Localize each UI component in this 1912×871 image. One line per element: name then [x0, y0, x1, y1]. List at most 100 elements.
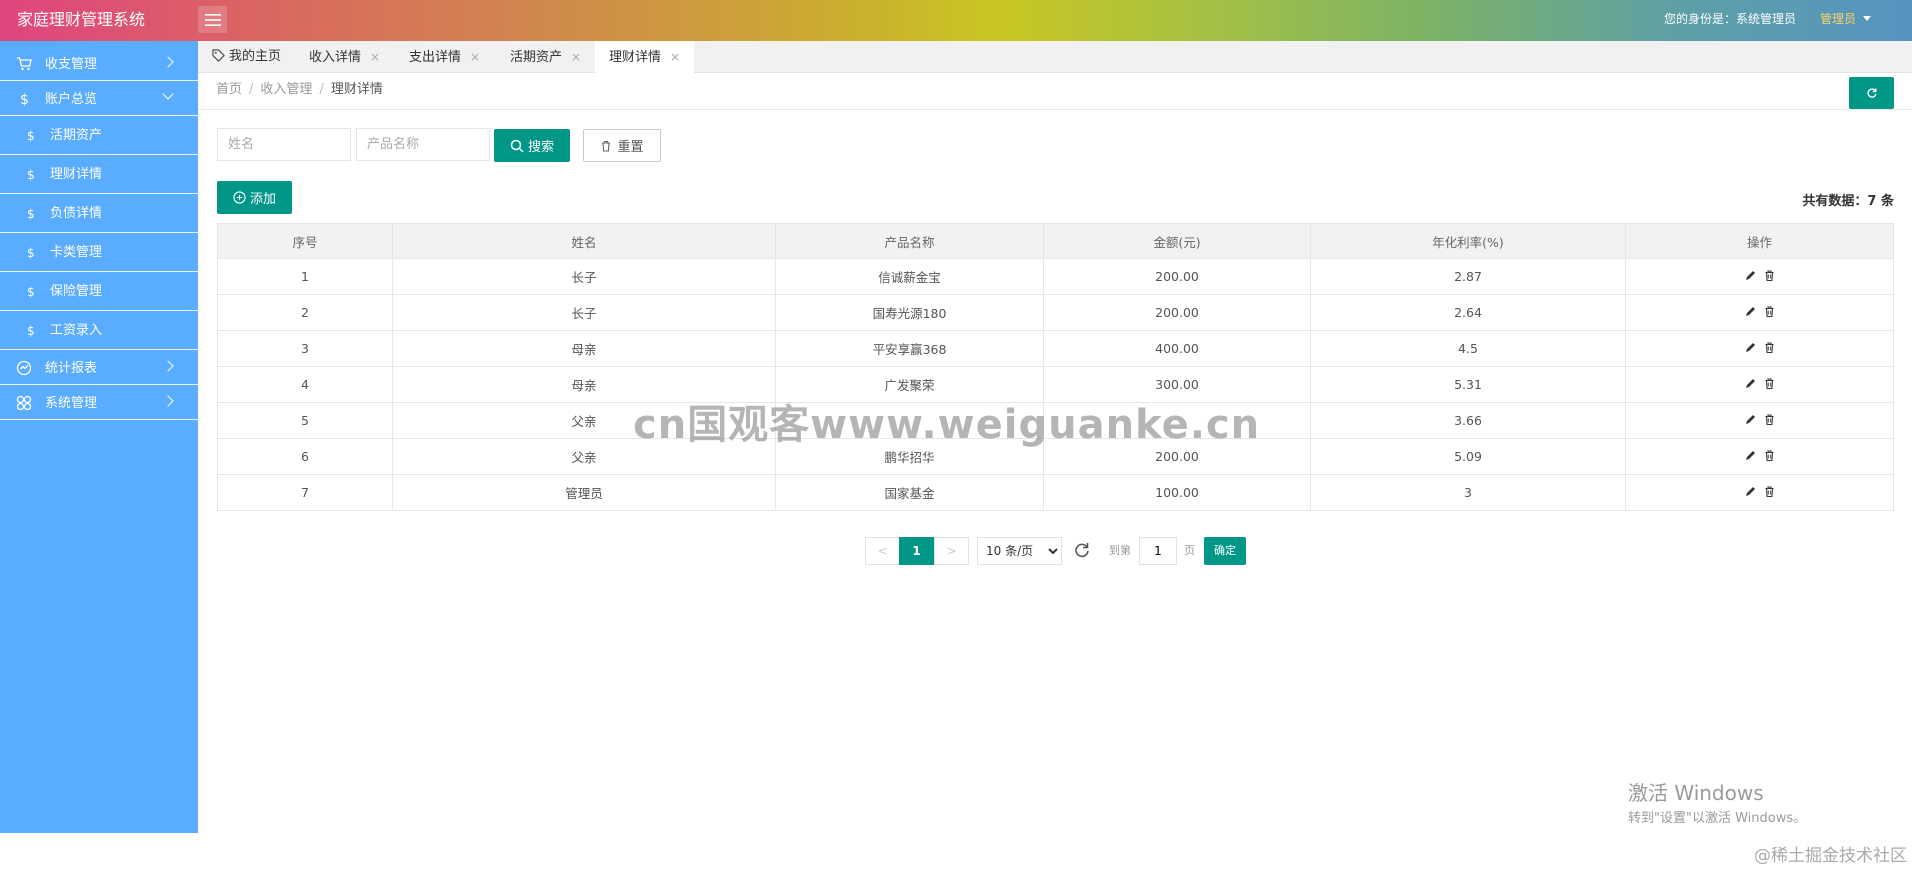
delete-icon[interactable]: [1764, 306, 1775, 317]
add-button[interactable]: 添加: [217, 181, 292, 214]
sidebar-subitem-debt-details[interactable]: $ 负债详情: [0, 195, 198, 233]
refresh-icon: [1866, 88, 1877, 98]
edit-icon[interactable]: [1745, 306, 1756, 317]
cell-index: 6: [217, 438, 393, 475]
cell-amount: 400.00: [1043, 330, 1311, 367]
cell-name: 长子: [392, 294, 776, 331]
next-page-button[interactable]: >: [934, 537, 969, 565]
breadcrumb-section[interactable]: 收入管理: [260, 82, 312, 97]
search-button[interactable]: 搜索: [494, 129, 570, 162]
windows-activation-title: 激活 Windows: [1628, 781, 1764, 805]
delete-icon[interactable]: [1764, 450, 1775, 461]
edit-icon[interactable]: [1745, 450, 1756, 461]
close-icon[interactable]: ×: [571, 50, 581, 64]
tab-financial-details[interactable]: 理财详情 ×: [595, 41, 695, 74]
name-search-input[interactable]: [217, 128, 351, 161]
cell-name: 母亲: [392, 330, 776, 367]
menu-toggle-button[interactable]: [198, 6, 227, 33]
refresh-page-button[interactable]: [1849, 77, 1894, 109]
reset-button[interactable]: 重置: [583, 129, 661, 162]
cell-product: 国寿光源180: [775, 294, 1044, 331]
cell-index: 5: [217, 402, 393, 439]
sidebar-subitem-financial-details[interactable]: $ 理财详情: [0, 156, 198, 194]
breadcrumb-separator: /: [249, 82, 254, 97]
cell-amount: 200.00: [1043, 258, 1311, 295]
bottom-strip: [0, 833, 1912, 871]
tab-expense-details[interactable]: 支出详情 ×: [409, 41, 480, 73]
breadcrumb-home[interactable]: 首页: [216, 82, 242, 97]
table-row: 1 长子 信诚薪金宝 200.00 2.87: [217, 258, 1894, 295]
cell-actions: [1625, 474, 1894, 511]
table-body: 1 长子 信诚薪金宝 200.00 2.87 2 长子 国寿光源180 200.00 2.64 3 母…: [217, 258, 1894, 511]
sidebar-subitem-insurance-management[interactable]: $ 保险管理: [0, 273, 198, 311]
dollar-icon: $: [27, 129, 35, 143]
cell-product: 信诚薪金宝: [775, 258, 1044, 295]
column-header-name: 姓名: [392, 223, 776, 259]
sidebar-item-system[interactable]: 系统管理: [0, 386, 198, 420]
cell-amount: 200.00: [1043, 294, 1311, 331]
tab-label: 理财详情: [609, 50, 662, 65]
sidebar-subitem-label: 工资录入: [50, 323, 103, 338]
add-button-label: 添加: [249, 192, 276, 207]
reset-button-label: 重置: [617, 140, 644, 155]
edit-icon[interactable]: [1745, 378, 1756, 389]
delete-icon[interactable]: [1764, 270, 1775, 281]
dollar-icon: $: [27, 168, 35, 182]
delete-icon[interactable]: [1764, 342, 1775, 353]
confirm-page-button[interactable]: 确定: [1204, 537, 1246, 565]
sidebar: 收支管理 $ 账户总览 $ 活期资产 $ 理财详情 $ 负债详情 $ 卡类管理 …: [0, 41, 198, 833]
cell-product: 平安享赢368: [775, 330, 1044, 367]
credit-text: @稀土掘金技术社区: [1754, 846, 1907, 866]
chart-icon: [16, 360, 32, 376]
sidebar-item-reports[interactable]: 统计报表: [0, 351, 198, 385]
delete-icon[interactable]: [1764, 378, 1775, 389]
cell-index: 4: [217, 366, 393, 403]
role-dropdown[interactable]: 管理员: [1820, 0, 1856, 38]
tab-current-assets[interactable]: 活期资产 ×: [510, 41, 581, 73]
edit-icon[interactable]: [1745, 486, 1756, 497]
tag-icon: [212, 49, 225, 62]
delete-icon[interactable]: [1764, 486, 1775, 497]
sidebar-item-label: 统计报表: [45, 361, 98, 376]
refresh-icon[interactable]: [1073, 541, 1091, 559]
tab-home[interactable]: 我的主页: [212, 41, 281, 73]
goto-page-input[interactable]: [1139, 537, 1177, 565]
cell-rate: 2.87: [1310, 258, 1626, 295]
tab-income-details[interactable]: 收入详情 ×: [309, 41, 380, 73]
dollar-icon: $: [20, 92, 29, 107]
edit-icon[interactable]: [1745, 270, 1756, 281]
prev-page-button[interactable]: <: [865, 537, 900, 565]
dollar-icon: $: [27, 324, 35, 338]
edit-icon[interactable]: [1745, 342, 1756, 353]
identity-label: 您的身份是：系统管理员: [1664, 12, 1797, 26]
edit-icon[interactable]: [1745, 414, 1756, 425]
delete-icon[interactable]: [1764, 414, 1775, 425]
close-icon[interactable]: ×: [370, 50, 380, 64]
sidebar-subitem-current-assets[interactable]: $ 活期资产: [0, 117, 198, 155]
data-table: 序号 姓名 产品名称 金额(元) 年化利率(%) 操作 1 长子 信诚薪金宝 200.…: [217, 223, 1894, 511]
cell-index: 7: [217, 474, 393, 511]
sidebar-item-label: 系统管理: [45, 396, 98, 411]
cell-product: 国家基金: [775, 474, 1044, 511]
chevron-down-icon: [162, 88, 174, 100]
breadcrumb-bar: 首页 / 收入管理 / 理财详情: [198, 74, 1912, 110]
sidebar-item-income-expense[interactable]: 收支管理: [0, 47, 198, 81]
tab-label: 收入详情: [309, 50, 362, 65]
row-actions: [1745, 342, 1775, 353]
close-icon[interactable]: ×: [670, 50, 680, 64]
close-icon[interactable]: ×: [470, 50, 480, 64]
page-unit-label: 页: [1184, 544, 1195, 557]
cell-actions: [1625, 294, 1894, 331]
sidebar-subitem-card-management[interactable]: $ 卡类管理: [0, 234, 198, 272]
row-actions: [1745, 450, 1775, 461]
table-row: 2 长子 国寿光源180 200.00 2.64: [217, 294, 1894, 331]
trash-icon: [602, 140, 611, 152]
page-size-select[interactable]: 10 条/页: [977, 537, 1062, 565]
current-page-button[interactable]: 1: [899, 537, 934, 565]
svg-text:$: $: [20, 92, 29, 107]
sidebar-item-account-overview[interactable]: $ 账户总览: [0, 82, 198, 116]
chevron-right-icon: [162, 56, 174, 68]
caret-down-icon[interactable]: [1863, 16, 1871, 21]
product-search-input[interactable]: [356, 128, 490, 161]
sidebar-subitem-salary-entry[interactable]: $ 工资录入: [0, 312, 198, 350]
